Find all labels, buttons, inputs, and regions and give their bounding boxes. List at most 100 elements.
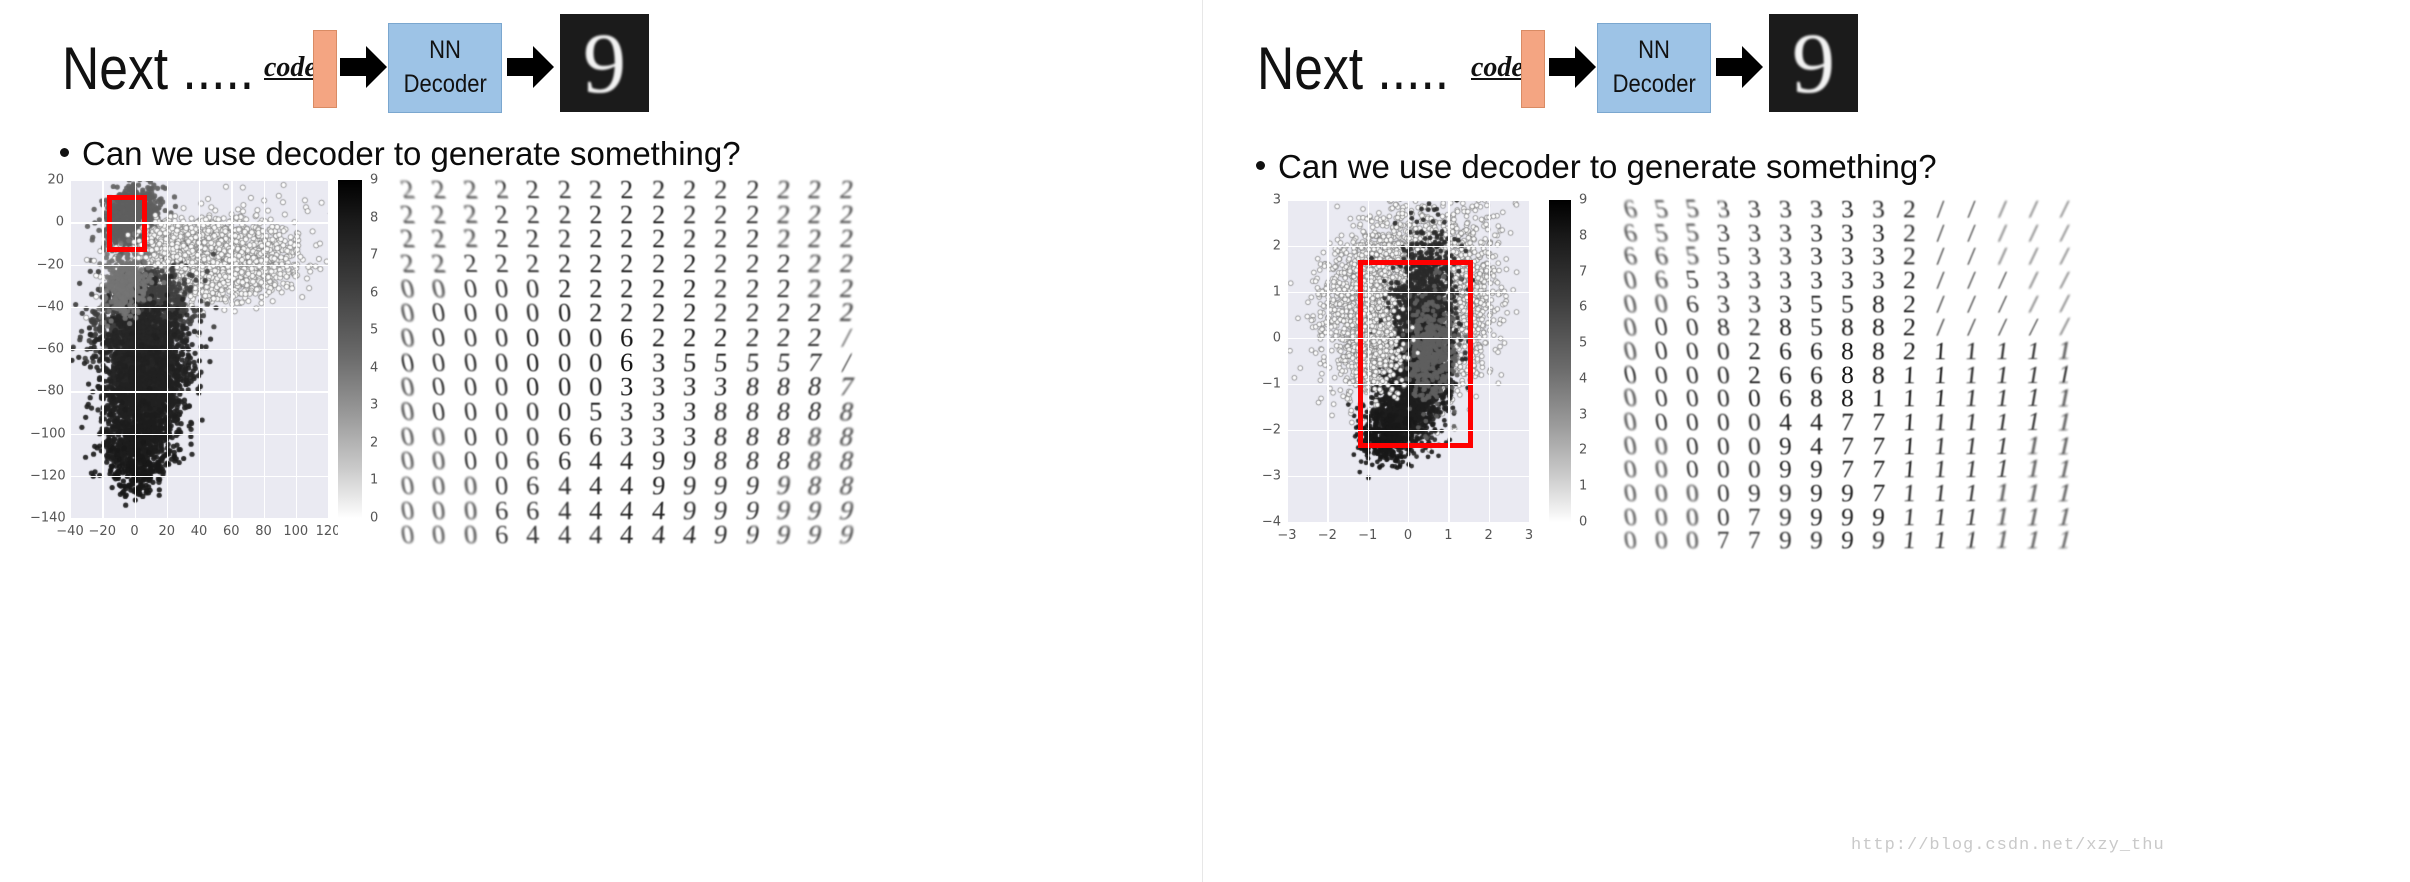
manifold-digit-cell: 3 (1840, 197, 1855, 222)
manifold-digit-cell: 6 (525, 449, 541, 475)
manifold-digit-cell: 3 (1777, 245, 1794, 270)
manifold-digit-cell: / (1966, 316, 1977, 341)
manifold-digit-cell: / (1966, 268, 1977, 293)
colorbar-tick-label: 3 (370, 397, 379, 413)
manifold-digit-cell: 3 (713, 375, 729, 401)
manifold-digit-cell: 0 (1653, 529, 1670, 554)
gridline-vertical (1287, 200, 1289, 522)
manifold-digit-cell: 2 (1902, 316, 1917, 341)
manifold-digit-cell: 2 (1902, 268, 1917, 293)
manifold-digit-cell: 5 (1715, 245, 1732, 270)
manifold-digit-cell: 7 (805, 350, 825, 376)
manifold-digit-cell: 4 (525, 523, 541, 549)
y-axis-tick-label: 0 (1272, 330, 1281, 346)
manifold-digit-cell: 1 (1994, 410, 2011, 435)
manifold-digit-cell: / (2058, 268, 2071, 293)
manifold-digit-cell: 2 (775, 227, 792, 253)
manifold-digit-cell: 1 (1994, 339, 2011, 364)
manifold-digit-cell: 5 (1683, 268, 1702, 293)
manifold-digit-cell: 4 (589, 449, 603, 475)
gridline-vertical (1448, 200, 1450, 522)
manifold-digit-cell: 4 (557, 523, 571, 549)
colorbar-tick-label: 5 (1579, 335, 1588, 351)
manifold-digit-cell: 3 (1746, 221, 1763, 246)
gridline-horizontal (70, 306, 328, 309)
manifold-digit-cell: 8 (836, 473, 857, 499)
manifold-digit-cell: 3 (1871, 197, 1886, 222)
manifold-digit-cell: 2 (587, 202, 604, 228)
manifold-digit-cell: 5 (775, 350, 793, 376)
manifold-digit-cell: 6 (1778, 387, 1793, 412)
manifold-digit-cell: 8 (1778, 316, 1793, 341)
manifold-digit-cell: / (1936, 245, 1945, 270)
manifold-digit-cell: 2 (1902, 221, 1917, 246)
bullet-dot-icon-2 (1256, 160, 1265, 170)
manifold-digit-cell: 1 (1932, 529, 1949, 554)
colorbar-tick-label: 2 (1579, 442, 1588, 458)
manifold-digit-cell: 2 (619, 177, 635, 203)
manifold-digit-cell: 1 (1871, 387, 1886, 412)
manifold-digit-cell: 0 (524, 325, 541, 351)
manifold-digit-cell: 0 (1621, 434, 1640, 459)
manifold-digit-cell: / (2058, 292, 2071, 317)
manifold-digit-cell: 0 (1716, 481, 1731, 506)
manifold-digit-cell: 1 (1932, 458, 1949, 483)
manifold-digit-cell: 1 (1932, 481, 1949, 506)
manifold-digit-cell: 0 (1715, 387, 1732, 412)
manifold-digit-cell: 0 (525, 399, 541, 425)
manifold-digit-cell: 1 (1962, 505, 1981, 530)
manifold-digit-cell: 0 (1621, 481, 1640, 506)
manifold-digit-cell: 2 (806, 276, 824, 302)
manifold-digit-cell: 0 (1653, 410, 1670, 435)
manifold-digit-cell: 3 (620, 399, 634, 425)
manifold-digit-cell: 0 (1684, 316, 1701, 341)
manifold-digit-cell: 0 (430, 523, 448, 549)
manifold-digit-cell: 0 (1684, 505, 1701, 530)
colorbar-tick-label: 1 (370, 472, 379, 488)
manifold-digit-cell: 0 (556, 350, 572, 376)
manifold-digit-cell: 1 (1963, 458, 1980, 483)
manifold-digit-cell: 2 (619, 227, 635, 253)
manifold-digit-cell: 1 (1932, 434, 1949, 459)
manifold-digit-cell: 2 (806, 227, 824, 253)
manifold-digit-cell: / (1936, 268, 1945, 293)
manifold-digit-cell: 1 (1902, 387, 1917, 412)
manifold-digit-cell: 4 (588, 498, 603, 524)
x-axis-tick-label: −20 (88, 524, 116, 539)
manifold-digit-cell: 2 (651, 177, 666, 203)
manifold-digit-cell: 2 (429, 227, 449, 253)
manifold-digit-cell: 1 (2054, 481, 2075, 506)
y-axis-tick-label: −60 (36, 341, 64, 357)
manifold-digit-cell: 8 (1715, 316, 1732, 341)
manifold-digit-cell: 2 (744, 202, 760, 228)
manifold-digit-cell: 0 (429, 325, 449, 351)
manifold-digit-cell: 1 (1932, 505, 1949, 530)
manifold-digit-cell: / (839, 350, 853, 376)
gridline-vertical (1367, 200, 1370, 522)
manifold-digit-cell: / (1936, 292, 1945, 317)
manifold-digit-cell: 2 (806, 177, 824, 203)
manifold-digit-cell: 3 (1777, 197, 1794, 222)
y-axis-tick-label: −3 (1261, 468, 1281, 484)
manifold-digit-cell: 9 (1778, 505, 1793, 530)
code-label: code (264, 52, 317, 83)
manifold-digit-cell: 1 (1932, 387, 1949, 412)
manifold-digit-cell: / (1967, 197, 1976, 222)
manifold-digit-cell: 0 (461, 424, 479, 450)
manifold-digit-cell: 1 (1963, 481, 1980, 506)
manifold-digit-cell: 9 (681, 449, 698, 475)
manifold-digit-cell: 0 (492, 276, 511, 302)
manifold-digit-cell: 9 (650, 449, 666, 475)
y-axis-tick-label: −80 (36, 383, 64, 399)
gridline-horizontal (70, 475, 328, 478)
gridline-horizontal (1287, 476, 1529, 478)
manifold-digit-cell: 2 (744, 177, 760, 203)
manifold-digit-cell: 9 (712, 523, 730, 549)
manifold-digit-cell: 6 (1809, 363, 1824, 388)
manifold-digit-cell: / (2028, 221, 2039, 246)
manifold-digit-cell: 3 (1715, 268, 1732, 293)
manifold-digit-cell: 4 (557, 498, 572, 524)
manifold-digit-cell: 8 (1871, 339, 1886, 364)
manifold-digit-cell: 8 (1841, 339, 1854, 364)
gridline-vertical (1488, 200, 1491, 522)
